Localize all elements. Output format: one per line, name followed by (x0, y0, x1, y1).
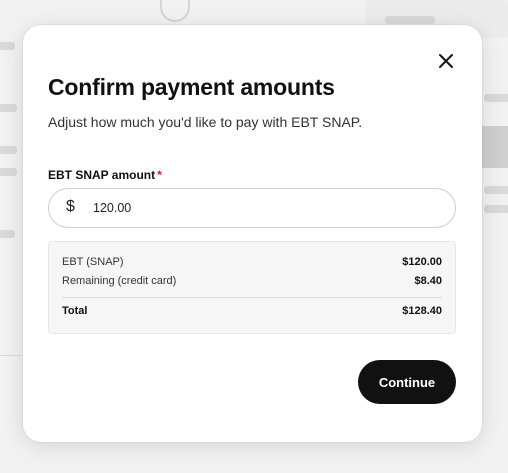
summary-label: EBT (SNAP) (62, 256, 124, 268)
continue-button[interactable]: Continue (358, 360, 456, 404)
total-value: $128.40 (402, 305, 442, 317)
background-divider (0, 355, 22, 356)
snap-amount-input[interactable] (93, 197, 433, 219)
background-text (0, 42, 15, 50)
background-icon (160, 0, 190, 22)
summary-value: $120.00 (402, 256, 442, 268)
summary-label: Remaining (credit card) (62, 275, 177, 287)
background-text (0, 168, 17, 176)
summary-divider (62, 297, 442, 298)
background-text (0, 104, 17, 112)
modal-subtitle: Adjust how much you'd like to pay with E… (48, 114, 363, 130)
summary-value: $8.40 (414, 275, 442, 287)
background-text (0, 146, 17, 154)
currency-symbol: $ (66, 198, 75, 215)
modal-title: Confirm payment amounts (48, 74, 335, 100)
confirm-payment-modal: Confirm payment amounts Adjust how much … (23, 25, 482, 442)
snap-amount-field[interactable]: $ (48, 188, 456, 228)
summary-row-snap: EBT (SNAP) $120.00 (62, 256, 442, 268)
close-button[interactable] (435, 50, 457, 72)
background-text (484, 205, 508, 213)
background-text (484, 186, 508, 194)
summary-row-total: Total $128.40 (62, 305, 442, 317)
background-text (0, 230, 15, 238)
snap-amount-label: EBT SNAP amount * (48, 168, 162, 182)
snap-amount-label-text: EBT SNAP amount (48, 168, 156, 182)
payment-summary: EBT (SNAP) $120.00 Remaining (credit car… (48, 241, 456, 334)
background-text (385, 16, 435, 24)
close-icon (439, 54, 453, 68)
required-marker: * (157, 168, 162, 182)
background-text (484, 94, 508, 102)
background-button (482, 126, 508, 168)
total-label: Total (62, 305, 88, 317)
summary-row-remaining: Remaining (credit card) $8.40 (62, 275, 442, 287)
